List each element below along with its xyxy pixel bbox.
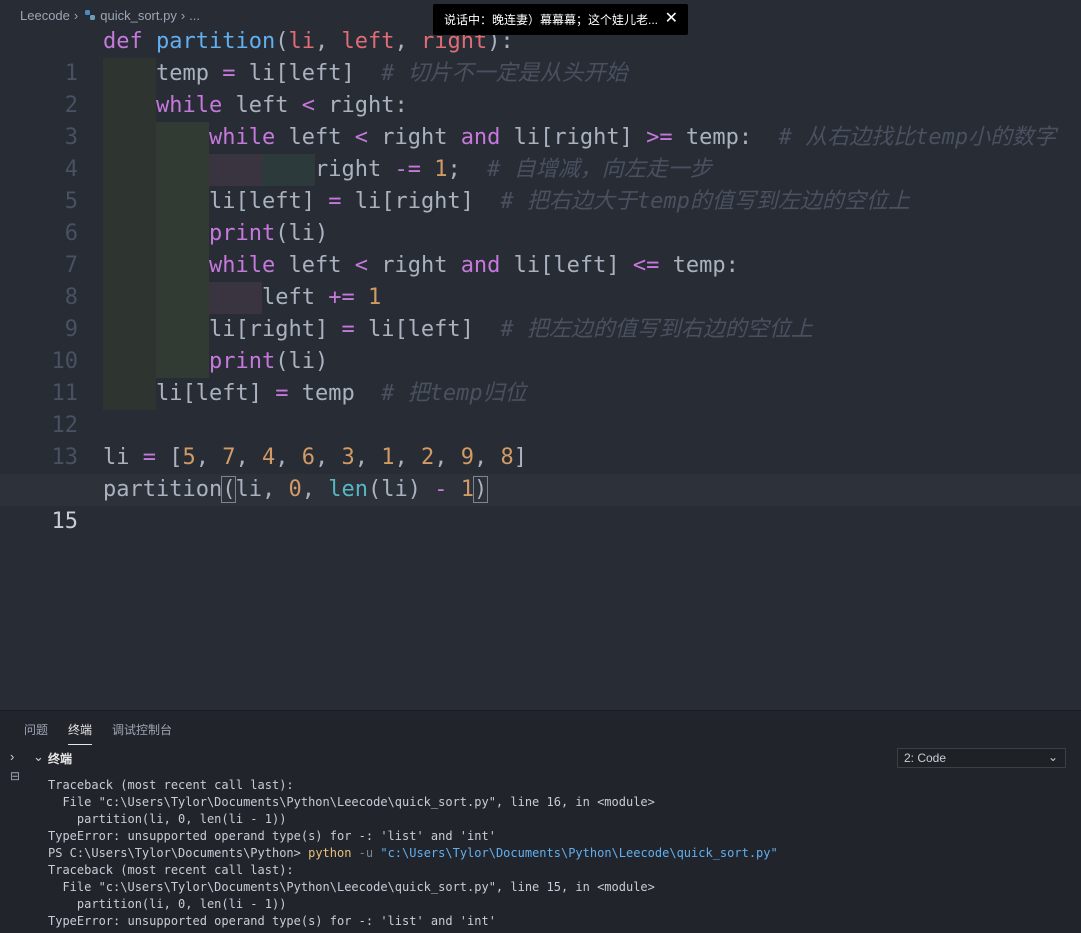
indent-guide [209, 282, 262, 314]
indent-guide [156, 186, 209, 218]
indent-guide [156, 250, 209, 282]
indent-guide [103, 122, 156, 154]
indent-guide [156, 314, 209, 346]
code-line: 2 temp = li[left] # 切片不一定是从头开始 [0, 58, 1081, 118]
explorer-icon[interactable]: ⊟ [10, 769, 20, 783]
tab-problems[interactable]: 问题 [24, 721, 48, 745]
bottom-panel: 问题 终端 调试控制台 › ⌄ 终端 2: Code ⌄ ⊟ Traceback… [0, 710, 1081, 933]
code-line: 5 right -= 1; # 自增减，向左走一步 [0, 154, 1081, 214]
indent-guide [103, 90, 156, 122]
code-line: 9 left += 1 [0, 282, 1081, 342]
toast-text: 说话中：晚连妻）幕幕幕；这个娃儿老... [444, 13, 659, 27]
indent-guide [103, 186, 156, 218]
code-line: 13 [0, 410, 1081, 470]
chevron-right-icon: › [73, 7, 79, 23]
close-icon[interactable]: ✕ [665, 11, 678, 27]
tab-debug-console[interactable]: 调试控制台 [112, 721, 172, 745]
indent-guide [103, 58, 156, 90]
indent-guide [156, 282, 209, 314]
terminal-select[interactable]: 2: Code ⌄ [897, 748, 1066, 768]
code-line-current: 15 partition(li, 0, len(li) - 1) [0, 474, 1081, 534]
terminal-title: 终端 [48, 752, 73, 766]
indent-guide [103, 378, 156, 410]
line-number: 15 [51, 509, 79, 534]
terminal-header: › ⌄ 终端 2: Code ⌄ [0, 746, 1081, 770]
indent-guide [156, 218, 209, 250]
code-line: 11 print(li) [0, 346, 1081, 406]
chevron-down-icon[interactable]: ⌄ [33, 749, 44, 765]
indent-guide [103, 154, 156, 186]
code-line: 12 li[left] = temp # 把temp归位 [0, 378, 1081, 438]
tab-terminal[interactable]: 终端 [68, 721, 93, 745]
code-editor[interactable]: 1 def partition(li, left, right): 2 temp… [0, 26, 1081, 710]
indent-guide [156, 346, 209, 378]
code-line: 6 li[left] = li[right] # 把右边大于temp的值写到左边… [0, 186, 1081, 246]
code-line: 3 while left < right: [0, 90, 1081, 150]
code-line: 10 li[right] = li[left] # 把左边的值写到右边的空位上 [0, 314, 1081, 374]
code-line: 14 li = [5, 7, 4, 6, 3, 1, 2, 9, 8] [0, 442, 1081, 502]
indent-guide [103, 218, 156, 250]
code-line: 7 print(li) [0, 218, 1081, 278]
indent-guide [156, 154, 209, 186]
indent-guide [103, 346, 156, 378]
notification-toast: 说话中：晚连妻）幕幕幕；这个娃儿老... ✕ [433, 4, 688, 35]
python-file-icon [84, 9, 96, 21]
chevron-down-icon: ⌄ [1047, 750, 1058, 764]
terminal-output[interactable]: Traceback (most recent call last): File … [48, 777, 1078, 930]
indent-guide [209, 154, 262, 186]
chevron-right-icon[interactable]: › [10, 749, 14, 764]
chevron-right-icon: › [180, 7, 186, 23]
code-line: 8 while left < right and li[left] <= tem… [0, 250, 1081, 310]
panel-tabs: 问题 终端 调试控制台 [24, 721, 172, 745]
indent-guide [156, 122, 209, 154]
indent-guide [103, 314, 156, 346]
code-line: 4 while left < right and li[right] >= te… [0, 122, 1081, 182]
indent-guide [262, 154, 315, 186]
indent-guide [103, 282, 156, 314]
breadcrumb-folder[interactable]: Leecode [20, 8, 70, 23]
terminal-select-value: 2: Code [904, 751, 947, 765]
breadcrumb-file[interactable]: quick_sort.py [100, 8, 177, 23]
breadcrumb-ellipsis[interactable]: ... [189, 8, 200, 23]
indent-guide [103, 250, 156, 282]
